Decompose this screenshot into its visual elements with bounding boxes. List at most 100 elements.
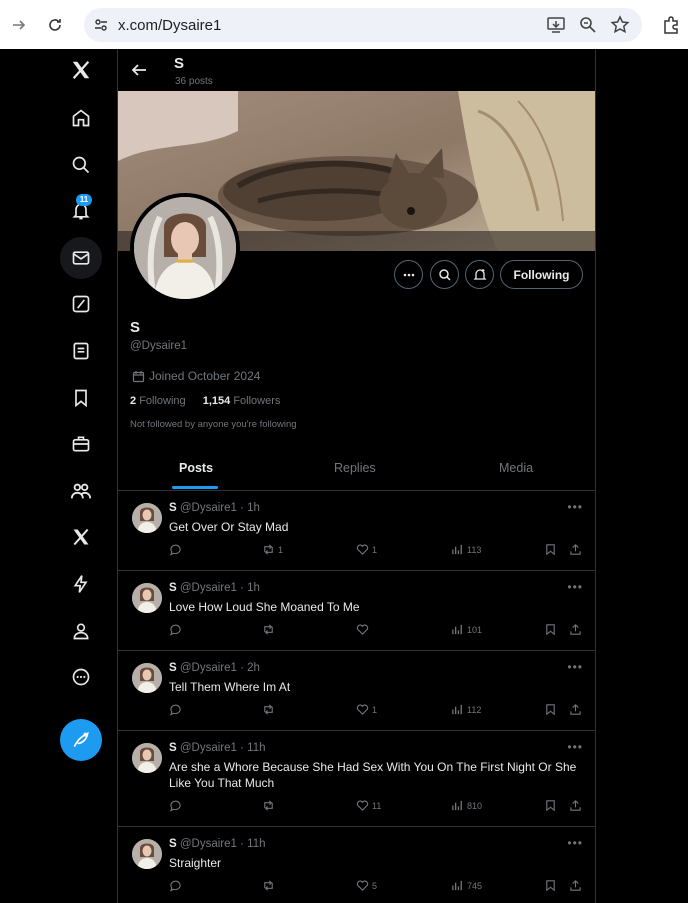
tweet[interactable]: S @Dysaire1 · 1h ••• Get Over Or Stay Mad 1…	[118, 491, 595, 571]
x-logo-icon[interactable]	[60, 49, 102, 91]
tweet-author-name[interactable]: S	[169, 742, 177, 754]
like-icon[interactable]: 1	[356, 543, 377, 556]
bookmarks-icon[interactable]	[60, 377, 102, 419]
more-options-button[interactable]	[394, 260, 423, 289]
bookmark-icon[interactable]	[544, 543, 557, 556]
reload-icon[interactable]	[42, 12, 68, 38]
tweet-avatar[interactable]	[132, 663, 162, 693]
premium-icon[interactable]	[60, 516, 102, 558]
views-icon[interactable]: 113	[451, 543, 481, 556]
share-icon[interactable]	[569, 703, 582, 716]
reply-icon[interactable]	[169, 623, 182, 636]
tweet-more-icon[interactable]: •••	[567, 740, 583, 754]
back-arrow-icon[interactable]	[130, 61, 148, 79]
views-count: 112	[467, 704, 482, 715]
tweet[interactable]: S @Dysaire1 · 1h ••• Love How Loud She Moa…	[118, 571, 595, 651]
compose-post-button[interactable]	[60, 719, 102, 761]
like-icon[interactable]	[356, 623, 372, 636]
search-profile-button[interactable]	[430, 260, 459, 289]
tweet-more-icon[interactable]: •••	[567, 580, 583, 594]
tab-replies[interactable]: Replies	[334, 461, 376, 475]
notify-button[interactable]	[465, 260, 494, 289]
tweet-avatar[interactable]	[132, 583, 162, 613]
tab-media[interactable]: Media	[499, 461, 533, 475]
bookmark-icon[interactable]	[544, 799, 557, 812]
more-dots-icon	[403, 273, 414, 276]
tweet-author-name[interactable]: S	[169, 502, 177, 514]
tweet-header: S @Dysaire1 · 1h	[169, 502, 260, 514]
share-icon[interactable]	[569, 799, 582, 812]
star-icon[interactable]	[610, 15, 630, 35]
jobs-icon[interactable]	[60, 423, 102, 465]
bookmark-icon[interactable]	[544, 703, 557, 716]
install-app-icon[interactable]	[546, 15, 566, 35]
tweet-text: Tell Them Where Im At	[169, 680, 291, 694]
share-icon[interactable]	[569, 879, 582, 892]
tweet[interactable]: S @Dysaire1 · 2h ••• Tell Them Where Im At…	[118, 651, 595, 731]
home-icon[interactable]	[60, 97, 102, 139]
views-icon[interactable]: 745	[451, 879, 482, 892]
reply-icon[interactable]	[169, 879, 182, 892]
tweet-author-name[interactable]: S	[169, 838, 177, 850]
reply-icon[interactable]	[169, 703, 182, 716]
tweet-avatar[interactable]	[132, 503, 162, 533]
profile-avatar[interactable]	[130, 193, 240, 303]
tweet-avatar[interactable]	[132, 743, 162, 773]
following-link[interactable]: 2 Following	[130, 395, 186, 407]
share-icon[interactable]	[569, 623, 582, 636]
tweet-more-icon[interactable]: •••	[567, 500, 583, 514]
tab-posts[interactable]: Posts	[179, 461, 213, 475]
verified-orgs-icon[interactable]	[60, 563, 102, 605]
like-icon[interactable]: 11	[356, 799, 381, 812]
compose-feather-icon	[73, 731, 89, 748]
like-icon[interactable]: 5	[356, 879, 377, 892]
views-count: 810	[467, 800, 483, 811]
reply-icon[interactable]	[169, 799, 182, 812]
repost-icon[interactable]	[262, 623, 278, 636]
communities-icon[interactable]	[60, 470, 102, 512]
reply-icon[interactable]	[169, 543, 182, 556]
notifications-icon[interactable]: 11	[60, 190, 102, 232]
extensions-icon[interactable]	[658, 12, 684, 38]
tweet[interactable]: S @Dysaire1 · 11h ••• Straighter 5 745	[118, 827, 595, 903]
repost-icon[interactable]	[262, 799, 278, 812]
views-icon[interactable]: 101	[451, 623, 482, 636]
views-icon[interactable]: 810	[451, 799, 482, 812]
share-icon[interactable]	[569, 543, 582, 556]
tweet-author-name[interactable]: S	[169, 662, 177, 674]
tweet-actions: 11 810	[169, 799, 587, 815]
forward-icon[interactable]	[6, 12, 32, 38]
bookmark-icon[interactable]	[544, 623, 557, 636]
like-count: 1	[372, 544, 378, 555]
tweet-author-name[interactable]: S	[169, 582, 177, 594]
tweet[interactable]: S @Dysaire1 · 11h ••• Are she a Whore Beca…	[118, 731, 595, 827]
more-icon[interactable]	[60, 656, 102, 698]
profile-tabs: Posts Replies Media	[118, 447, 595, 491]
search-icon[interactable]	[60, 144, 102, 186]
following-button[interactable]: Following	[500, 260, 583, 289]
tweet-more-icon[interactable]: •••	[567, 836, 583, 850]
calendar-icon	[132, 370, 145, 382]
joined-date: Joined October 2024	[132, 369, 260, 383]
tweet-header: S @Dysaire1 · 11h	[169, 838, 265, 850]
lists-icon[interactable]	[60, 330, 102, 372]
like-count: 1	[372, 704, 378, 715]
tweet-avatar[interactable]	[132, 839, 162, 869]
repost-icon[interactable]	[262, 879, 278, 892]
profile-icon[interactable]	[60, 610, 102, 652]
tweet-more-icon[interactable]: •••	[567, 660, 583, 674]
site-settings-icon[interactable]	[92, 16, 110, 34]
tweet-meta: @Dysaire1 · 2h	[179, 662, 260, 674]
repost-icon[interactable]: 1	[262, 543, 283, 556]
zoom-icon[interactable]	[578, 15, 598, 35]
views-icon[interactable]: 112	[451, 703, 481, 716]
bookmark-icon[interactable]	[544, 879, 557, 892]
address-bar[interactable]: x.com/Dysaire1	[84, 8, 642, 42]
profile-header-bar: S 36 posts	[118, 49, 595, 91]
repost-icon[interactable]	[262, 703, 278, 716]
followers-link[interactable]: 1,154 Followers	[203, 395, 281, 407]
grok-icon[interactable]	[60, 283, 102, 325]
messages-icon[interactable]	[60, 237, 102, 279]
like-icon[interactable]: 1	[356, 703, 377, 716]
profile-name: S	[130, 319, 141, 336]
